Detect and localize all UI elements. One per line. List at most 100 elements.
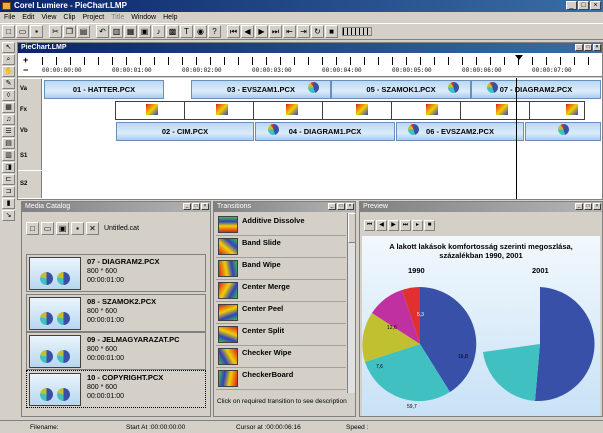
mark-in-icon[interactable]: ⇤ bbox=[283, 25, 296, 38]
new-file-icon[interactable]: □ bbox=[2, 25, 15, 38]
movie-icon[interactable]: ▩ bbox=[166, 25, 179, 38]
undo-icon[interactable]: ↶ bbox=[96, 25, 109, 38]
transition-item[interactable]: Checker Wipe bbox=[216, 346, 346, 368]
transition-icon[interactable] bbox=[496, 104, 508, 115]
menu-item-help[interactable]: Help bbox=[163, 12, 177, 23]
transition-icon[interactable] bbox=[426, 104, 438, 115]
delete-media-icon[interactable]: ✕ bbox=[86, 222, 99, 235]
menu-item-edit[interactable]: Edit bbox=[22, 12, 34, 23]
save-catalog-icon[interactable]: ▪ bbox=[71, 222, 84, 235]
cut-icon[interactable]: ✂ bbox=[49, 25, 62, 38]
zoom-tool-icon[interactable]: ⌕ bbox=[2, 54, 15, 65]
track-header[interactable]: Vb bbox=[18, 121, 42, 142]
open-catalog-icon[interactable]: ▭ bbox=[41, 222, 54, 235]
minimize-button[interactable]: _ bbox=[575, 203, 583, 210]
menu-item-window[interactable]: Window bbox=[131, 12, 156, 23]
close-button[interactable]: × bbox=[201, 203, 209, 210]
paste-icon[interactable]: ▤ bbox=[77, 25, 90, 38]
transition-item[interactable]: Band Slide bbox=[216, 236, 346, 258]
group-tool-icon[interactable]: ▤ bbox=[2, 138, 15, 149]
maximize-button[interactable]: □ bbox=[578, 1, 589, 10]
maximize-button[interactable]: □ bbox=[192, 203, 200, 210]
loop-icon[interactable]: ↻ bbox=[311, 25, 324, 38]
minimize-button[interactable]: _ bbox=[183, 203, 191, 210]
save-icon[interactable]: ▪ bbox=[30, 25, 43, 38]
menu-item-file[interactable]: File bbox=[4, 12, 15, 23]
track-header[interactable]: S1 bbox=[18, 142, 42, 170]
trim-tool-icon[interactable]: ⊐ bbox=[2, 186, 15, 197]
transition-item[interactable]: Center Peel bbox=[216, 302, 346, 324]
timeline-clip[interactable]: 01 - HATTER.PCX bbox=[44, 80, 164, 99]
zoom-slider[interactable] bbox=[342, 27, 372, 36]
first-frame-icon[interactable]: ⏮ bbox=[227, 25, 240, 38]
minimize-button[interactable]: _ bbox=[575, 44, 583, 51]
zoom-out-icon[interactable]: − bbox=[23, 65, 28, 75]
menu-item-project[interactable]: Project bbox=[82, 12, 104, 23]
transition-icon[interactable] bbox=[216, 104, 228, 115]
transition-item[interactable]: Center Split bbox=[216, 324, 346, 346]
scrollbar-thumb[interactable] bbox=[348, 213, 356, 243]
pencil-tool-icon[interactable]: ✎ bbox=[2, 78, 15, 89]
image-icon[interactable]: ▣ bbox=[138, 25, 151, 38]
next-tool-icon[interactable]: ↘ bbox=[2, 210, 15, 221]
stop-icon[interactable]: ■ bbox=[424, 220, 435, 231]
audio-icon[interactable]: ♪ bbox=[152, 25, 165, 38]
minimize-button[interactable]: _ bbox=[328, 203, 336, 210]
timeline-ruler[interactable]: + − 00:00:00:00 00:00:01:00 00:00:02:00 00:… bbox=[18, 53, 602, 77]
mark-out-icon[interactable]: ⇥ bbox=[297, 25, 310, 38]
open-folder-icon[interactable]: ▭ bbox=[16, 25, 29, 38]
film-tool-icon[interactable]: ▦ bbox=[2, 102, 15, 113]
zoom-in-icon[interactable]: + bbox=[23, 55, 28, 65]
play-icon[interactable]: ▶ bbox=[388, 220, 399, 231]
catalog-item[interactable]: 08 - SZAMOK2.PCX 800 * 600 00:00:01:00 bbox=[26, 294, 206, 332]
transition-icon[interactable] bbox=[286, 104, 298, 115]
clip-icon[interactable]: ▥ bbox=[110, 25, 123, 38]
close-button[interactable]: × bbox=[346, 203, 354, 210]
first-frame-icon[interactable]: ⏮ bbox=[364, 220, 375, 231]
catalog-item[interactable]: 09 - JELMAGYARAZAT.PC 800 * 600 00:00:01:0… bbox=[26, 332, 206, 370]
play-icon[interactable]: ▶ bbox=[255, 25, 268, 38]
transition-icon[interactable] bbox=[146, 104, 158, 115]
prev-frame-icon[interactable]: ◀ bbox=[376, 220, 387, 231]
close-button[interactable]: × bbox=[593, 44, 601, 51]
maximize-button[interactable]: □ bbox=[337, 203, 345, 210]
hint-icon[interactable]: ? bbox=[208, 25, 221, 38]
next-frame-icon[interactable]: ⏭ bbox=[400, 220, 411, 231]
forward-icon[interactable]: ▸ bbox=[412, 220, 423, 231]
maximize-button[interactable]: □ bbox=[584, 203, 592, 210]
transition-strip[interactable] bbox=[115, 101, 585, 120]
arrow-tool-icon[interactable]: ↖ bbox=[2, 42, 15, 53]
stop-icon[interactable]: ■ bbox=[325, 25, 338, 38]
menu-item-view[interactable]: View bbox=[41, 12, 56, 23]
scrollbar[interactable] bbox=[347, 213, 356, 393]
playhead-marker[interactable] bbox=[515, 55, 523, 60]
catalog-item[interactable]: 07 - DIAGRAM2.PCX 800 * 600 00:00:01:00 bbox=[26, 254, 206, 292]
lock-tool-icon[interactable]: ▮ bbox=[2, 198, 15, 209]
transition-icon[interactable] bbox=[566, 104, 578, 115]
copy-icon[interactable]: ❐ bbox=[63, 25, 76, 38]
catalog-item-selected[interactable]: 10 - COPYRIGHT.PCX 800 * 600 00:00:01:00 bbox=[26, 370, 206, 408]
sound-tool-icon[interactable]: ♫ bbox=[2, 114, 15, 125]
snap-tool-icon[interactable]: ⊏ bbox=[2, 174, 15, 185]
prev-frame-icon[interactable]: ◀ bbox=[241, 25, 254, 38]
transition-item[interactable]: Additive Dissolve bbox=[216, 214, 346, 236]
minimize-button[interactable]: _ bbox=[566, 1, 577, 10]
menu-item-title[interactable]: Title bbox=[111, 12, 124, 23]
timeline-clip[interactable]: 02 - CIM.PCX bbox=[116, 122, 254, 141]
track-header[interactable]: Fx bbox=[18, 100, 42, 121]
transition-item[interactable]: Center Merge bbox=[216, 280, 346, 302]
razor-tool-icon[interactable]: ◊ bbox=[2, 90, 15, 101]
maximize-button[interactable]: □ bbox=[584, 44, 592, 51]
track-header[interactable]: Va bbox=[18, 79, 42, 100]
transition-item[interactable]: Band Wipe bbox=[216, 258, 346, 280]
next-frame-icon[interactable]: ⏭ bbox=[269, 25, 282, 38]
transition-icon[interactable] bbox=[356, 104, 368, 115]
preview-icon[interactable]: ◉ bbox=[194, 25, 207, 38]
track-header[interactable]: S2 bbox=[18, 171, 42, 198]
mark-tool-icon[interactable]: ◨ bbox=[2, 162, 15, 173]
list-tool-icon[interactable]: ☰ bbox=[2, 126, 15, 137]
close-button[interactable]: × bbox=[590, 1, 601, 10]
add-media-icon[interactable]: ▣ bbox=[56, 222, 69, 235]
transition-item[interactable]: CheckerBoard bbox=[216, 368, 346, 390]
film-icon[interactable]: ▦ bbox=[124, 25, 137, 38]
